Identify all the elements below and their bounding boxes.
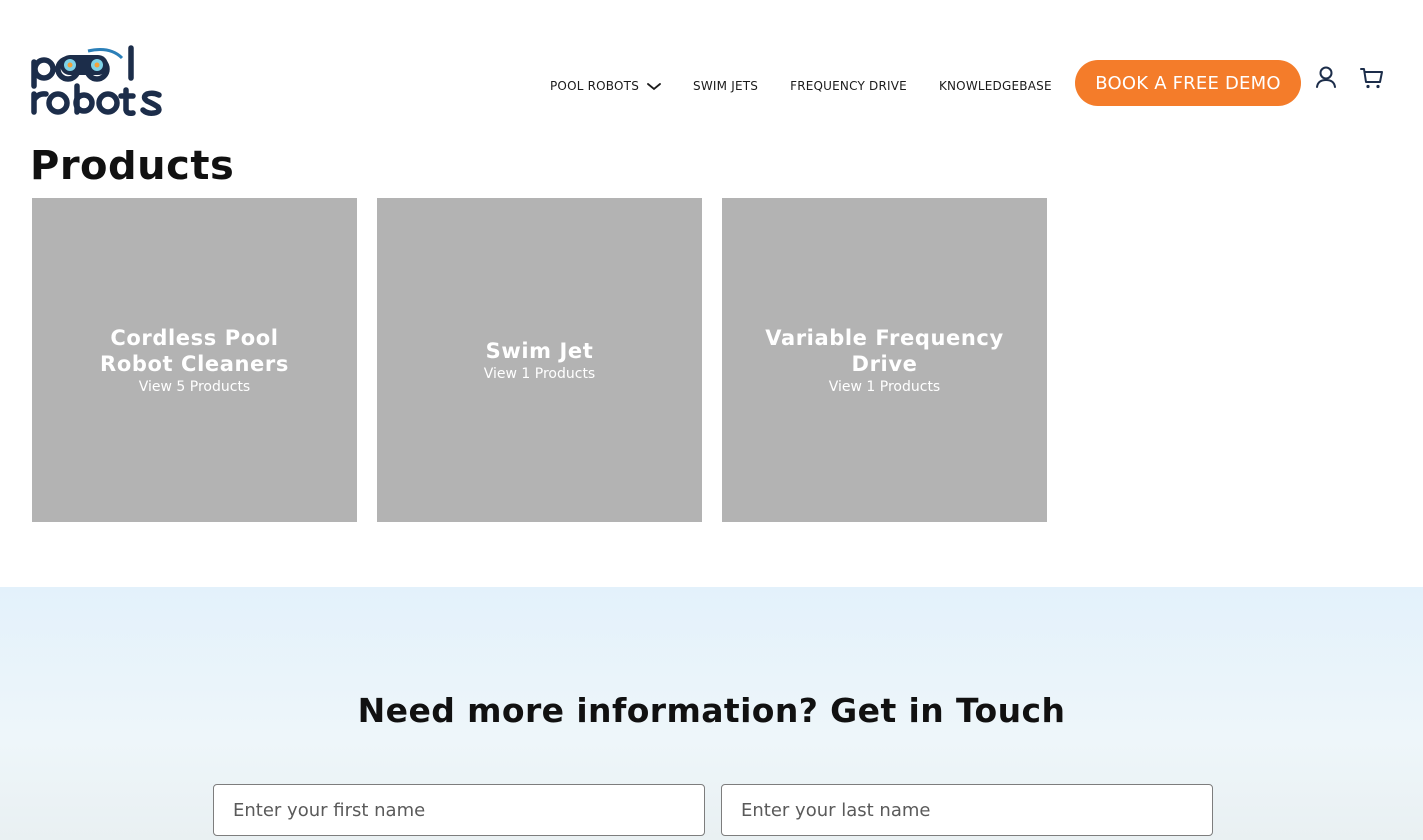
book-demo-button[interactable]: BOOK A FREE DEMO xyxy=(1075,60,1301,106)
contact-section: Need more information? Get in Touch xyxy=(0,587,1423,840)
category-title: Cordless Pool Robot Cleaners xyxy=(100,326,289,376)
nav-pool-robots-label: POOL ROBOTS xyxy=(550,79,640,93)
main-nav: POOL ROBOTS SWIM JETS FREQUENCY DRIVE KN… xyxy=(550,76,1052,96)
nav-swim-jets[interactable]: SWIM JETS xyxy=(693,79,758,93)
nav-frequency-drive[interactable]: FREQUENCY DRIVE xyxy=(790,79,907,93)
cart-icon xyxy=(1360,68,1383,89)
category-grid: Cordless Pool Robot Cleaners View 5 Prod… xyxy=(32,198,1047,522)
category-card-cordless-pool-robot-cleaners[interactable]: Cordless Pool Robot Cleaners View 5 Prod… xyxy=(32,198,357,522)
category-card-swim-jet[interactable]: Swim Jet View 1 Products xyxy=(377,198,702,522)
last-name-field[interactable] xyxy=(721,784,1213,836)
cart-button[interactable] xyxy=(1359,64,1385,92)
account-icon xyxy=(1316,66,1336,88)
site-logo[interactable] xyxy=(30,44,170,118)
pool-robots-logo xyxy=(31,45,162,116)
category-title: Swim Jet xyxy=(485,339,594,363)
nav-knowledgebase[interactable]: KNOWLEDGEBASE xyxy=(939,79,1052,93)
category-title: Variable Frequency Drive xyxy=(765,326,1004,376)
category-view-link[interactable]: View 1 Products xyxy=(829,379,940,395)
nav-pool-robots[interactable]: POOL ROBOTS xyxy=(550,79,661,93)
category-card-variable-frequency-drive[interactable]: Variable Frequency Drive View 1 Products xyxy=(722,198,1047,522)
site-header: POOL ROBOTS SWIM JETS FREQUENCY DRIVE KN… xyxy=(0,0,1423,150)
chevron-down-icon xyxy=(647,83,661,91)
first-name-field[interactable] xyxy=(213,784,705,836)
contact-heading: Need more information? Get in Touch xyxy=(357,691,1066,730)
category-view-link[interactable]: View 5 Products xyxy=(139,379,250,395)
account-button[interactable] xyxy=(1313,64,1339,92)
category-view-link[interactable]: View 1 Products xyxy=(484,366,595,382)
